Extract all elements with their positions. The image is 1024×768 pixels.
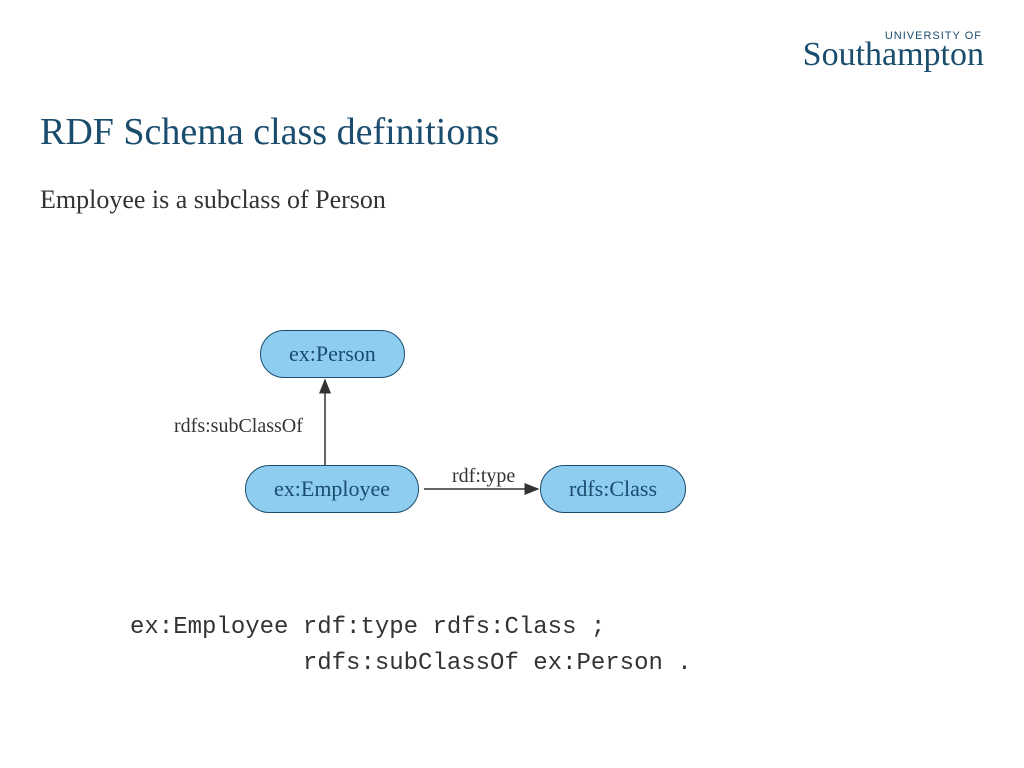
university-logo: UNIVERSITY OF Southampton — [803, 30, 984, 72]
logo-main-text: Southampton — [803, 38, 984, 72]
code-line-1: ex:Employee rdf:type rdfs:Class ; — [130, 614, 605, 641]
node-class: rdfs:Class — [540, 465, 686, 513]
edge-label-type: rdf:type — [450, 465, 517, 488]
node-person: ex:Person — [260, 330, 405, 378]
rdf-diagram: ex:Person ex:Employee rdfs:Class rdfs:su… — [150, 300, 750, 550]
slide-title: RDF Schema class definitions — [40, 110, 499, 154]
slide-subtitle: Employee is a subclass of Person — [40, 185, 386, 215]
edge-label-subclass: rdfs:subClassOf — [172, 415, 305, 438]
code-line-2: rdfs:subClassOf ex:Person . — [130, 650, 692, 677]
node-employee: ex:Employee — [245, 465, 419, 513]
code-block: ex:Employee rdf:type rdfs:Class ; rdfs:s… — [130, 610, 692, 682]
